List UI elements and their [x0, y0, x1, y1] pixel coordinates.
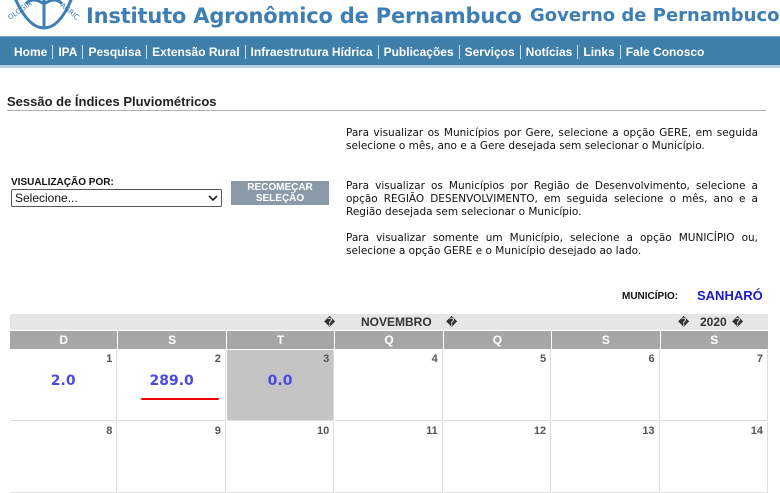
weekday-header: S	[660, 331, 768, 349]
nav-publicacoes[interactable]: Publicações	[377, 44, 459, 59]
day-number: 1	[106, 353, 113, 365]
rainfall-value: 289.0	[149, 373, 194, 389]
day-number: 13	[642, 425, 655, 437]
calendar-year: 2020	[700, 315, 727, 329]
nav-infraestrutura-hidrica[interactable]: Infraestrutura Hídrica	[244, 44, 378, 59]
visualization-label: VISUALIZAÇÃO POR:	[11, 177, 114, 188]
next-year-arrow[interactable]: �	[732, 316, 743, 329]
day-number: 7	[756, 353, 763, 365]
highlight-underline	[141, 398, 219, 400]
calendar-day[interactable]: 11	[335, 422, 443, 493]
instruction-regiao: Para visualizar os Municípios por Região…	[346, 180, 758, 218]
day-number: 11	[426, 425, 438, 437]
chevron-down-icon	[208, 195, 218, 202]
nav-home[interactable]: Home	[9, 45, 52, 59]
day-number: 8	[106, 425, 113, 437]
day-number: 14	[750, 425, 763, 437]
nav-pesquisa[interactable]: Pesquisa	[82, 44, 146, 59]
calendar-day[interactable]: 2 289.0	[118, 350, 226, 421]
calendar-month: NOVEMBRO	[361, 315, 432, 329]
day-number: 4	[431, 353, 438, 365]
reset-label-line1: RECOMEÇAR	[247, 182, 313, 193]
weekday-header: S	[552, 331, 660, 349]
site-header: OLOGIA AGRIC Instituto Agronômico de Per…	[0, 0, 780, 36]
calendar-day[interactable]: 6	[552, 350, 660, 421]
prev-month-arrow[interactable]: �	[324, 316, 335, 329]
rainfall-value: 2.0	[50, 373, 76, 389]
weekday-header: Q	[443, 331, 552, 349]
visualization-select-value: Selecione...	[15, 191, 78, 205]
ipa-logo[interactable]: OLOGIA AGRIC	[4, 0, 82, 30]
gov-title: Governo de Pernambuco	[530, 5, 780, 26]
calendar-day[interactable]: 4	[335, 350, 443, 421]
calendar-grid: D S T Q Q S S 1 2.0 2 289.0 3 0.0 4 5 6	[10, 331, 768, 493]
section-divider	[7, 110, 766, 111]
nav-noticias[interactable]: Notícias	[519, 44, 578, 59]
reset-label-line2: SELEÇÃO	[255, 193, 305, 204]
calendar-day[interactable]: 14	[660, 422, 768, 493]
rainfall-calendar: � NOVEMBRO � � 2020 � D S T Q Q S S 1 2.…	[10, 314, 768, 493]
municipio-label: MUNICÍPIO:	[622, 291, 679, 302]
day-number: 12	[533, 425, 547, 437]
main-nav: Home IPA Pesquisa Extensão Rural Infraes…	[0, 36, 780, 66]
day-number: 9	[214, 425, 221, 437]
instruction-gere: Para visualizar os Municípios por Gere, …	[346, 127, 758, 152]
prev-year-arrow[interactable]: �	[678, 316, 689, 329]
reset-selection-button[interactable]: RECOMEÇAR SELEÇÃO	[231, 181, 329, 205]
day-number: 2	[214, 353, 221, 365]
visualization-select[interactable]: Selecione...	[11, 189, 222, 207]
day-number: 6	[648, 353, 655, 365]
day-number: 10	[317, 425, 330, 437]
weekday-header: S	[118, 331, 226, 349]
instruction-municipio: Para visualizar somente um Município, se…	[346, 232, 758, 257]
calendar-day[interactable]: 10	[226, 422, 335, 493]
nav-servicos[interactable]: Serviços	[458, 44, 520, 59]
rainfall-value: 0.0	[267, 373, 293, 389]
calendar-header: � NOVEMBRO � � 2020 �	[10, 314, 768, 330]
section-title: Sessão de Índices Pluviométricos	[7, 94, 217, 109]
nav-links[interactable]: Links	[577, 44, 619, 59]
weekday-header: T	[226, 331, 335, 349]
svg-text:OLOGIA: OLOGIA	[7, 0, 34, 22]
municipio-value[interactable]: SANHARÓ	[697, 288, 763, 303]
calendar-day[interactable]: 13	[552, 422, 660, 493]
calendar-day[interactable]: 5	[443, 350, 552, 421]
nav-ipa[interactable]: IPA	[52, 44, 82, 59]
day-number: 3	[323, 353, 330, 365]
weekday-header: D	[10, 331, 118, 349]
nav-extensao-rural[interactable]: Extensão Rural	[146, 44, 244, 59]
calendar-day[interactable]: 7	[660, 350, 768, 421]
nav-divider	[0, 65, 780, 68]
nav-fale-conosco[interactable]: Fale Conosco	[619, 44, 710, 59]
weekday-header: Q	[335, 331, 443, 349]
calendar-day[interactable]: 1 2.0	[10, 350, 118, 421]
next-month-arrow[interactable]: �	[446, 316, 457, 329]
org-title: Instituto Agronômico de Pernambuco	[86, 4, 522, 28]
calendar-day[interactable]: 9	[118, 422, 226, 493]
calendar-day-selected[interactable]: 3 0.0	[226, 350, 335, 421]
calendar-day[interactable]: 8	[10, 422, 118, 493]
calendar-day[interactable]: 12	[443, 422, 552, 493]
day-number: 5	[540, 353, 547, 365]
